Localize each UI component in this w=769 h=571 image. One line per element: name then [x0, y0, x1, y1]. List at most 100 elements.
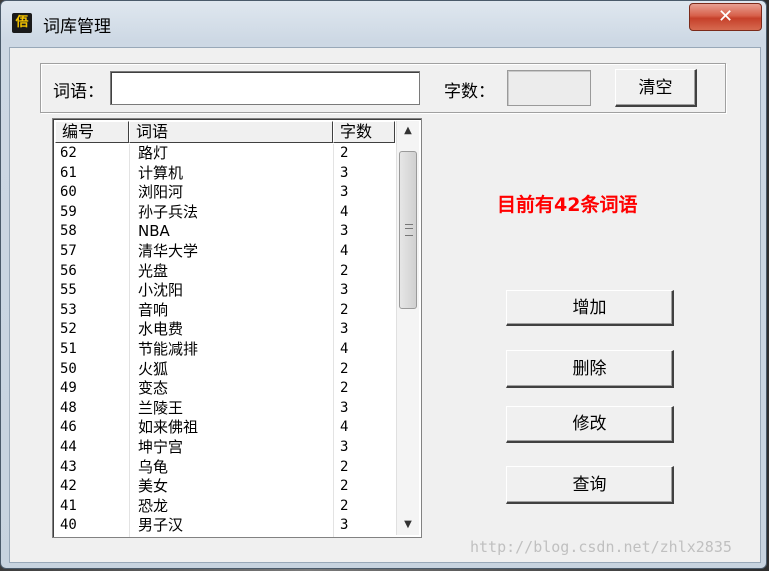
list-item[interactable]: 49 变态 2 — [55, 379, 393, 399]
list-item[interactable]: 59 孙子兵法 4 — [55, 203, 393, 223]
list-item[interactable]: 46 如来佛祖 4 — [55, 418, 393, 438]
list-item[interactable]: 61 计算机 3 — [55, 164, 393, 184]
list-item-word: 变态 — [138, 379, 169, 398]
main-window: 俉 词库管理 ✕ 词语： 字数： 清空 编号 词语 字数 62 路灯 2 61 计算机 3… — [0, 0, 767, 569]
list-item[interactable]: 56 光盘 2 — [55, 262, 393, 282]
list-item-word: 兰陵王 — [138, 398, 184, 417]
list-item-count: 3 — [340, 164, 349, 181]
list-item-id: 41 — [60, 497, 77, 514]
list-item-word: 路灯 — [138, 144, 169, 162]
list-item-word: 计算机 — [138, 163, 184, 182]
list-item-count: 2 — [340, 360, 349, 377]
list-item-id: 51 — [60, 340, 77, 357]
list-item-count: 3 — [340, 223, 349, 240]
list-item[interactable]: 41 恐龙 2 — [55, 497, 393, 517]
query-button[interactable]: 查询 — [506, 466, 674, 504]
list-item-word: 浏阳河 — [138, 183, 184, 202]
list-item-word: 如来佛祖 — [138, 418, 199, 437]
list-item-id: 58 — [60, 223, 77, 240]
list-item[interactable]: 62 路灯 2 — [55, 144, 393, 164]
header-word[interactable]: 词语 — [129, 121, 333, 143]
list-item[interactable]: 52 水电费 3 — [55, 320, 393, 340]
list-item-id: 42 — [60, 478, 77, 495]
word-label: 词语： — [53, 82, 104, 102]
list-item-count: 2 — [340, 497, 349, 514]
list-item[interactable]: 57 清华大学 4 — [55, 242, 393, 262]
list-item[interactable]: 48 兰陵王 3 — [55, 399, 393, 419]
list-item-count: 3 — [340, 184, 349, 201]
count-label: 字数： — [444, 82, 495, 102]
list-item-id: 46 — [60, 419, 77, 436]
word-count-status: 目前有42条词语 — [497, 194, 638, 216]
list-item-word: 坤宁宫 — [138, 437, 184, 456]
header-count[interactable]: 字数 — [333, 121, 395, 143]
list-item-word: 恐龙 — [138, 496, 169, 515]
list-item[interactable]: 51 节能减排 4 — [55, 340, 393, 360]
list-item-id: 48 — [60, 399, 77, 416]
list-item-word: 水电费 — [138, 320, 184, 339]
modify-button[interactable]: 修改 — [506, 406, 674, 443]
list-item[interactable]: 43 乌龟 2 — [55, 458, 393, 478]
list-item[interactable]: 50 火狐 2 — [55, 360, 393, 380]
list-item-id: 55 — [60, 282, 77, 299]
list-item-count: 2 — [340, 301, 349, 318]
watermark: http://blog.csdn.net/zhlx2835 — [470, 538, 732, 556]
list-item-id: 49 — [60, 380, 77, 397]
list-item-count: 2 — [340, 262, 349, 279]
list-item-count: 3 — [340, 321, 349, 338]
list-item-count: 4 — [340, 242, 349, 259]
close-icon: ✕ — [717, 6, 734, 27]
list-item-word: NBA — [138, 222, 170, 241]
word-input[interactable] — [110, 71, 420, 105]
header-id[interactable]: 编号 — [55, 121, 129, 143]
scroll-down-arrow-icon[interactable]: ▼ — [397, 515, 419, 535]
list-item-count: 2 — [340, 478, 349, 495]
list-item[interactable]: 40 男子汉 3 — [55, 516, 393, 536]
count-field — [507, 70, 591, 106]
list-item-id: 62 — [60, 145, 77, 161]
list-item-count: 3 — [340, 282, 349, 299]
word-list[interactable]: 编号 词语 字数 62 路灯 2 61 计算机 3 60 浏阳河 3 59 孙子兵法 4 58 NBA 3 5… — [52, 118, 422, 538]
list-item[interactable]: 60 浏阳河 3 — [55, 183, 393, 203]
list-item-word: 火狐 — [138, 359, 169, 378]
list-item-id: 43 — [60, 458, 77, 475]
list-item-id: 53 — [60, 301, 77, 318]
list-item-word: 清华大学 — [138, 241, 199, 260]
window-title: 词库管理 — [43, 17, 111, 37]
list-item-count: 2 — [340, 380, 349, 397]
list-item[interactable]: 44 坤宁宫 3 — [55, 438, 393, 458]
list-item-id: 60 — [60, 184, 77, 201]
list-item-id: 50 — [60, 360, 77, 377]
list-item[interactable]: 42 美女 2 — [55, 477, 393, 497]
list-item-id: 52 — [60, 321, 77, 338]
list-item-word: 音响 — [138, 300, 169, 319]
list-item[interactable]: 55 小沈阳 3 — [55, 281, 393, 301]
delete-button[interactable]: 删除 — [506, 350, 674, 388]
list-item-count: 3 — [340, 438, 349, 455]
list-item-word: 乌龟 — [138, 457, 169, 476]
list-item-word: 小沈阳 — [138, 281, 184, 300]
list-item-count: 2 — [340, 145, 349, 161]
scroll-up-arrow-icon[interactable]: ▲ — [397, 121, 419, 141]
list-item-word: 男子汉 — [138, 516, 184, 535]
list-item-count: 4 — [340, 340, 349, 357]
list-item-count: 4 — [340, 203, 349, 220]
close-button[interactable]: ✕ — [689, 3, 762, 31]
list-item[interactable]: 53 音响 2 — [55, 301, 393, 321]
list-item-word: 美女 — [138, 477, 169, 496]
vertical-scrollbar[interactable]: ▲ ▼ — [396, 121, 419, 535]
list-item-word: 节能减排 — [138, 339, 199, 358]
add-button[interactable]: 增加 — [506, 290, 674, 326]
scroll-thumb[interactable] — [399, 151, 417, 309]
clear-button[interactable]: 清空 — [615, 69, 697, 107]
client-area: 词语： 字数： 清空 编号 词语 字数 62 路灯 2 61 计算机 3 60 浏阳河 3 59 孙… — [9, 47, 761, 563]
list-item-count: 2 — [340, 458, 349, 475]
list-item-id: 61 — [60, 164, 77, 181]
list-item-id: 44 — [60, 438, 77, 455]
list-rows: 62 路灯 2 61 计算机 3 60 浏阳河 3 59 孙子兵法 4 58 NBA 3 57 清华大学 4 56 光… — [55, 144, 393, 536]
list-item-id: 57 — [60, 242, 77, 259]
title-bar[interactable]: 俉 词库管理 ✕ — [1, 1, 766, 47]
list-item[interactable]: 58 NBA 3 — [55, 222, 393, 242]
list-item-count: 3 — [340, 399, 349, 416]
list-item-id: 56 — [60, 262, 77, 279]
